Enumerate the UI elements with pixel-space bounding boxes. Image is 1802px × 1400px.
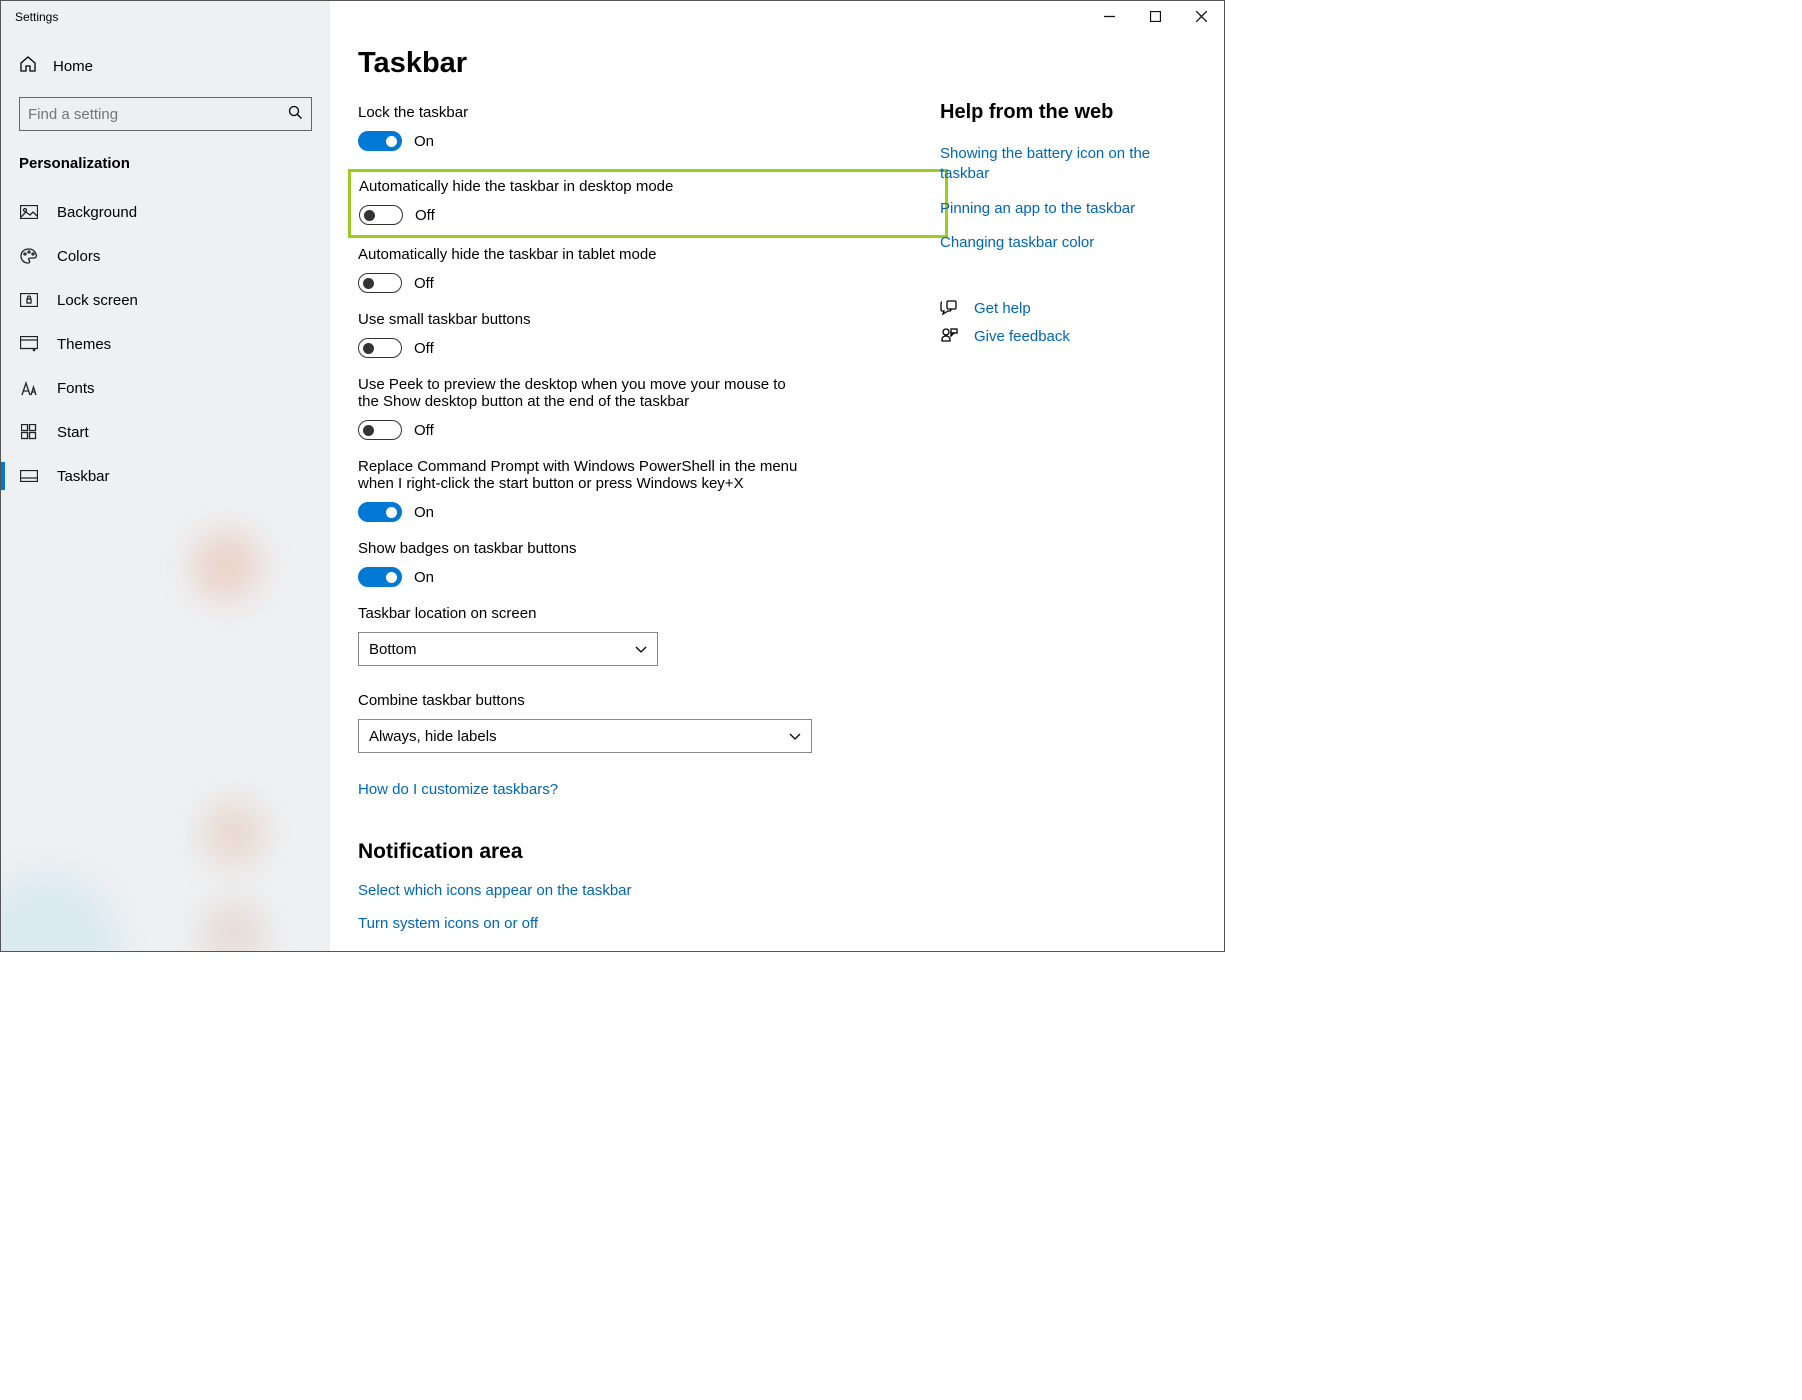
help-link-battery[interactable]: Showing the battery icon on the taskbar	[940, 144, 1170, 185]
help-link-color[interactable]: Changing taskbar color	[940, 233, 1170, 253]
setting-autohide-desktop: Automatically hide the taskbar in deskto…	[348, 169, 948, 238]
toggle-state: Off	[415, 207, 435, 224]
toggle-badges[interactable]	[358, 567, 402, 587]
help-icon	[940, 299, 958, 317]
sidebar-item-label: Colors	[57, 248, 100, 265]
setting-label: Use Peek to preview the desktop when you…	[358, 376, 798, 410]
sidebar-item-taskbar[interactable]: Taskbar	[1, 454, 330, 498]
toggle-state: On	[414, 504, 434, 521]
chevron-down-icon	[789, 728, 801, 745]
dropdown-value: Bottom	[369, 641, 417, 658]
setting-peek: Use Peek to preview the desktop when you…	[358, 376, 948, 444]
sidebar-item-label: Start	[57, 424, 89, 441]
dropdown-value: Always, hide labels	[369, 728, 497, 745]
toggle-state: Off	[414, 340, 434, 357]
content-pane: Taskbar Lock the taskbar On Automaticall…	[330, 1, 1224, 951]
sidebar-item-themes[interactable]: Themes	[1, 322, 330, 366]
image-icon	[19, 203, 39, 221]
taskbar-icon	[19, 467, 39, 485]
help-link-pinning[interactable]: Pinning an app to the taskbar	[940, 199, 1170, 219]
dropdown-taskbar-location[interactable]: Bottom	[358, 632, 658, 666]
lockscreen-icon	[19, 291, 39, 309]
sidebar: Home Personalization Background Colors L…	[1, 1, 330, 951]
setting-location: Taskbar location on screen Bottom	[358, 605, 948, 670]
page-title: Taskbar	[358, 47, 948, 80]
sidebar-item-start[interactable]: Start	[1, 410, 330, 454]
help-panel: Help from the web Showing the battery ic…	[940, 101, 1170, 345]
sidebar-item-background[interactable]: Background	[1, 190, 330, 234]
link-give-feedback[interactable]: Give feedback	[974, 328, 1070, 345]
setting-label: Show badges on taskbar buttons	[358, 540, 798, 557]
toggle-state: Off	[414, 275, 434, 292]
toggle-peek[interactable]	[358, 420, 402, 440]
link-select-icons[interactable]: Select which icons appear on the taskbar	[358, 882, 948, 899]
setting-label: Automatically hide the taskbar in tablet…	[358, 246, 798, 263]
section-heading-notification: Notification area	[358, 840, 948, 864]
chevron-down-icon	[635, 641, 647, 658]
sidebar-item-label: Background	[57, 204, 137, 221]
sidebar-item-home[interactable]: Home	[1, 45, 330, 87]
toggle-autohide-desktop[interactable]	[359, 205, 403, 225]
palette-icon	[19, 247, 39, 265]
dropdown-combine-buttons[interactable]: Always, hide labels	[358, 719, 812, 753]
toggle-autohide-tablet[interactable]	[358, 273, 402, 293]
fonts-icon	[19, 379, 39, 397]
setting-badges: Show badges on taskbar buttons On	[358, 540, 948, 591]
sidebar-item-colors[interactable]: Colors	[1, 234, 330, 278]
search-input[interactable]	[28, 106, 288, 123]
sidebar-item-label: Themes	[57, 336, 111, 353]
link-get-help[interactable]: Get help	[974, 300, 1031, 317]
link-system-icons[interactable]: Turn system icons on or off	[358, 915, 948, 932]
sidebar-item-lockscreen[interactable]: Lock screen	[1, 278, 330, 322]
window-title: Settings	[1, 1, 58, 33]
maximize-button[interactable]	[1132, 1, 1178, 31]
toggle-lock-taskbar[interactable]	[358, 131, 402, 151]
home-label: Home	[53, 58, 93, 75]
setting-lock-taskbar: Lock the taskbar On	[358, 104, 948, 155]
themes-icon	[19, 335, 39, 353]
toggle-state: On	[414, 133, 434, 150]
setting-powershell: Replace Command Prompt with Windows Powe…	[358, 458, 948, 526]
link-customize-taskbars[interactable]: How do I customize taskbars?	[358, 781, 948, 798]
setting-label: Lock the taskbar	[358, 104, 798, 121]
start-icon	[19, 423, 39, 441]
minimize-button[interactable]	[1086, 1, 1132, 31]
help-heading: Help from the web	[940, 101, 1170, 124]
toggle-state: Off	[414, 422, 434, 439]
home-icon	[19, 55, 37, 77]
sidebar-section-label: Personalization	[1, 147, 330, 190]
setting-label: Combine taskbar buttons	[358, 692, 798, 709]
setting-small-buttons: Use small taskbar buttons Off	[358, 311, 948, 362]
setting-label: Use small taskbar buttons	[358, 311, 798, 328]
setting-label: Taskbar location on screen	[358, 605, 798, 622]
setting-label: Replace Command Prompt with Windows Powe…	[358, 458, 798, 492]
window-controls	[1086, 1, 1224, 31]
search-box[interactable]	[19, 97, 312, 131]
feedback-icon	[940, 327, 958, 345]
sidebar-item-label: Lock screen	[57, 292, 138, 309]
toggle-powershell[interactable]	[358, 502, 402, 522]
sidebar-item-label: Fonts	[57, 380, 95, 397]
close-button[interactable]	[1178, 1, 1224, 31]
setting-autohide-tablet: Automatically hide the taskbar in tablet…	[358, 246, 948, 297]
toggle-small-buttons[interactable]	[358, 338, 402, 358]
setting-combine: Combine taskbar buttons Always, hide lab…	[358, 692, 948, 757]
toggle-state: On	[414, 569, 434, 586]
search-icon	[288, 105, 303, 124]
sidebar-item-fonts[interactable]: Fonts	[1, 366, 330, 410]
sidebar-item-label: Taskbar	[57, 468, 110, 485]
setting-label: Automatically hide the taskbar in deskto…	[359, 178, 799, 195]
